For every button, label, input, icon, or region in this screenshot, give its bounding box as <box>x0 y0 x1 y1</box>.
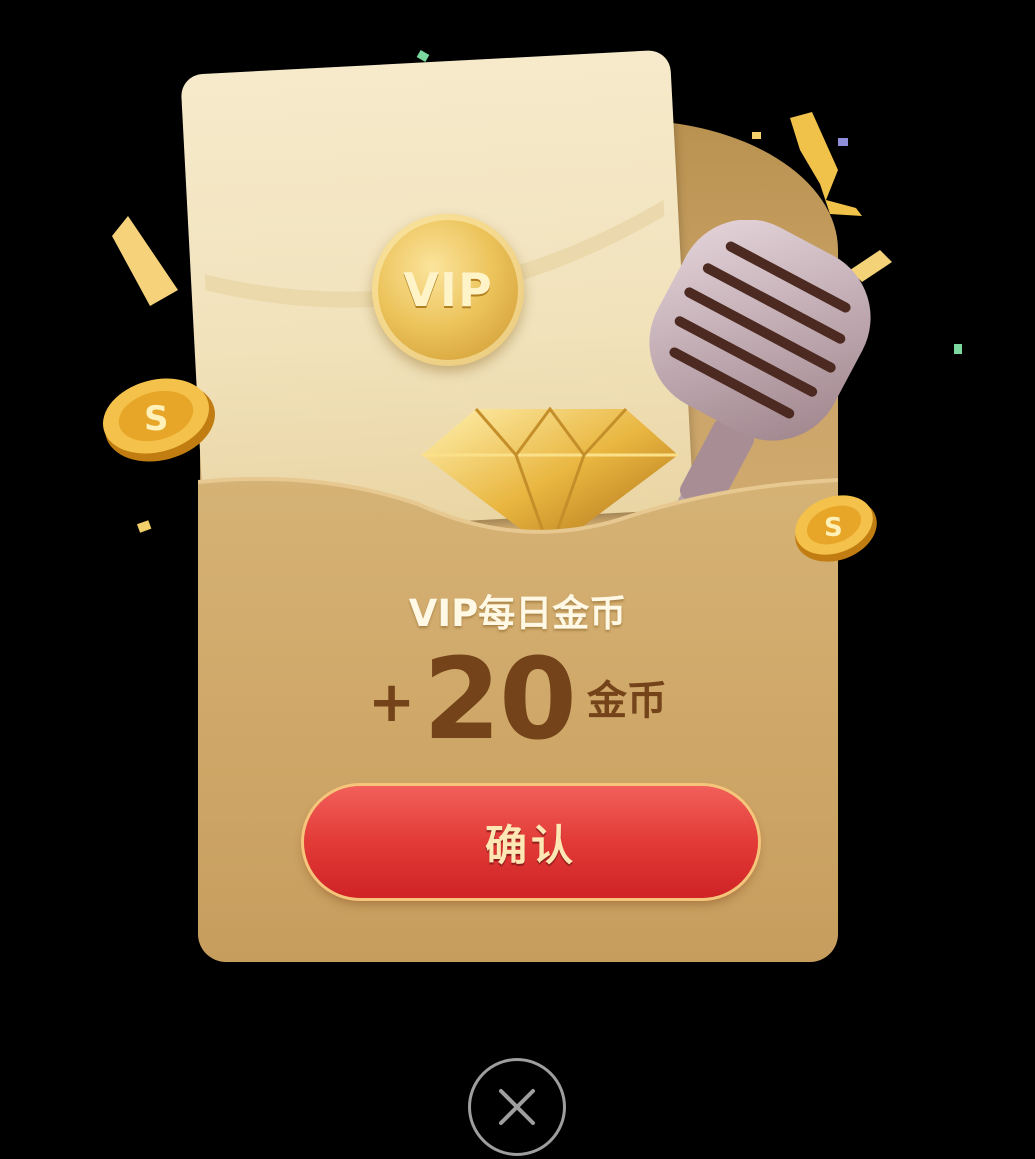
confirm-button-label: 确认 <box>484 820 577 870</box>
coin-icon: S <box>795 495 877 562</box>
vip-seal-label: VIP <box>403 263 493 317</box>
confirm-button[interactable]: 确认 <box>304 786 758 898</box>
coin-icon: S <box>103 378 215 462</box>
close-icon <box>499 1089 535 1125</box>
close-button[interactable] <box>468 1058 566 1156</box>
reward-title: VIP每日金币 <box>408 592 627 635</box>
amount-value: 20 <box>423 635 577 765</box>
vip-seal-icon: VIP <box>372 214 524 366</box>
reward-popup: VIP S S VIP每日金币 + 20 金币 确认 <box>0 0 1035 1159</box>
amount-sign: + <box>368 669 416 735</box>
reward-amount: + 20 金币 <box>0 640 1035 760</box>
svg-text:S: S <box>824 513 843 543</box>
amount-unit: 金币 <box>586 678 667 724</box>
svg-text:S: S <box>144 399 169 439</box>
